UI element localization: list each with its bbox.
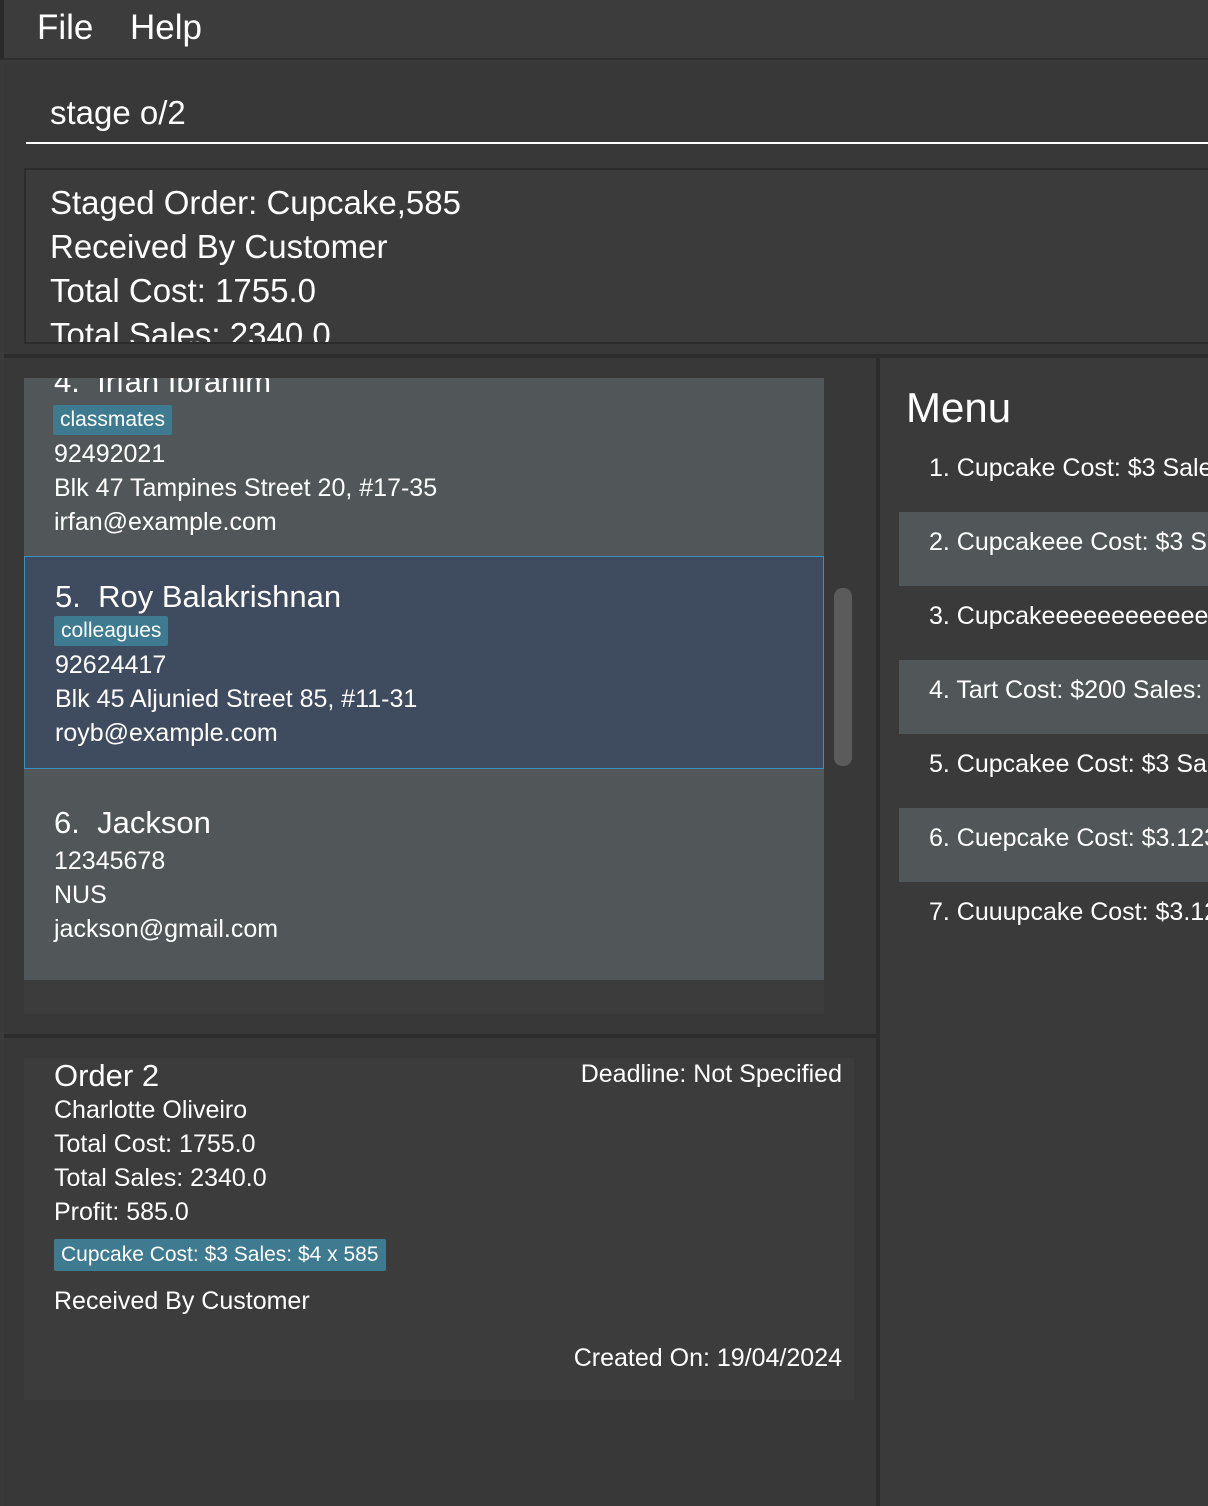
person-phone: 92492021 (54, 440, 166, 468)
menu-item[interactable]: 4. Tart Cost: $200 Sales: (899, 660, 1208, 734)
command-box (4, 62, 1208, 158)
menu-bar: File Help (0, 0, 1208, 60)
person-index: 6. (54, 805, 80, 840)
help-menu[interactable]: Help (130, 8, 202, 48)
result-line: Staged Order: Cupcake,585 (50, 184, 461, 221)
menu-panel: Menu 1. Cupcake Cost: $3 Sales 2. Cupcak… (880, 358, 1208, 1506)
menu-item[interactable]: 2. Cupcakeee Cost: $3 Sales (899, 512, 1208, 586)
menu-item-label: 7. Cuuupcake Cost: $3.12 (929, 898, 1208, 926)
person-address: Blk 45 Aljunied Street 85, #11-31 (55, 685, 418, 713)
person-address: Blk 47 Tampines Street 20, #17-35 (54, 474, 438, 502)
person-email: jackson@gmail.com (54, 915, 279, 943)
menu-item[interactable]: 1. Cupcake Cost: $3 Sales (899, 438, 1208, 512)
result-display-panel: Staged Order: Cupcake,585 Received By Cu… (4, 158, 1208, 354)
menu-item[interactable]: 6. Cuepcake Cost: $3.123 (899, 808, 1208, 882)
person-phone: 92624417 (55, 651, 167, 679)
menu-list[interactable]: 1. Cupcake Cost: $3 Sales 2. Cupcakeee C… (899, 438, 1208, 956)
order-customer: Charlotte Oliveiro (54, 1096, 248, 1124)
order-status: Received By Customer (54, 1287, 310, 1315)
person-list-panel: 4. Irfan Ibrahim classmates 92492021 Blk… (4, 358, 876, 1034)
order-card[interactable]: Order 2 Deadline: Not Specified Charlott… (24, 1058, 854, 1400)
menu-item[interactable]: 5. Cupcakee Cost: $3 Sales (899, 734, 1208, 808)
person-tag: colleagues (54, 616, 169, 646)
person-card[interactable]: 6. Jackson 12345678 NUS jackson@gmail.co… (24, 769, 824, 980)
person-index: 5. (55, 579, 81, 614)
result-display[interactable]: Staged Order: Cupcake,585 Received By Cu… (24, 168, 1208, 344)
order-item-tag: Cupcake Cost: $3 Sales: $4 x 585 (54, 1239, 386, 1271)
menu-item-label: 5. Cupcakee Cost: $3 Sales (929, 750, 1208, 778)
person-index: 4. (54, 378, 80, 399)
command-input[interactable] (26, 84, 1208, 144)
order-created-date: Created On: 19/04/2024 (573, 1344, 842, 1372)
order-total-cost: Total Cost: 1755.0 (54, 1130, 256, 1158)
menu-item-label: 2. Cupcakeee Cost: $3 Sales (929, 528, 1208, 556)
menu-item-label: 6. Cuepcake Cost: $3.123 (929, 824, 1208, 852)
person-name: 6. Jackson (54, 805, 211, 841)
result-line: Total Sales: 2340.0 (50, 316, 331, 344)
result-line: Received By Customer (50, 228, 388, 265)
order-deadline: Deadline: Not Specified (580, 1060, 842, 1088)
person-card-selected[interactable]: 5. Roy Balakrishnan colleagues 92624417 … (24, 556, 824, 769)
person-name-text: Jackson (97, 805, 211, 840)
person-name: 4. Irfan Ibrahim (54, 378, 271, 400)
person-list[interactable]: 4. Irfan Ibrahim classmates 92492021 Blk… (24, 378, 824, 1014)
person-name: 5. Roy Balakrishnan (55, 579, 341, 615)
person-card[interactable]: 4. Irfan Ibrahim classmates 92492021 Blk… (24, 378, 824, 556)
menu-item-label: 3. Cupcakeeeeeeeeeeeeeee (929, 602, 1208, 630)
result-line: Total Cost: 1755.0 (50, 272, 316, 309)
person-list-scrollbar[interactable] (834, 588, 852, 766)
person-email: royb@example.com (55, 719, 278, 747)
menu-title: Menu (906, 384, 1012, 431)
menu-item-label: 1. Cupcake Cost: $3 Sales (929, 454, 1208, 482)
order-list-panel: Order 2 Deadline: Not Specified Charlott… (4, 1038, 876, 1506)
person-tag: classmates (53, 405, 173, 435)
order-title: Order 2 (54, 1058, 160, 1093)
person-phone: 12345678 (54, 847, 166, 875)
order-profit: Profit: 585.0 (54, 1198, 189, 1226)
person-email: irfan@example.com (54, 508, 277, 536)
menu-item-label: 4. Tart Cost: $200 Sales: (929, 676, 1203, 704)
person-address: NUS (54, 881, 107, 909)
menu-item[interactable]: 3. Cupcakeeeeeeeeeeeeeee (899, 586, 1208, 660)
file-menu[interactable]: File (37, 8, 93, 48)
person-name-text: Irfan Ibrahim (97, 378, 272, 399)
order-total-sales: Total Sales: 2340.0 (54, 1164, 267, 1192)
person-name-text: Roy Balakrishnan (98, 579, 342, 614)
menu-item[interactable]: 7. Cuuupcake Cost: $3.12 (899, 882, 1208, 956)
